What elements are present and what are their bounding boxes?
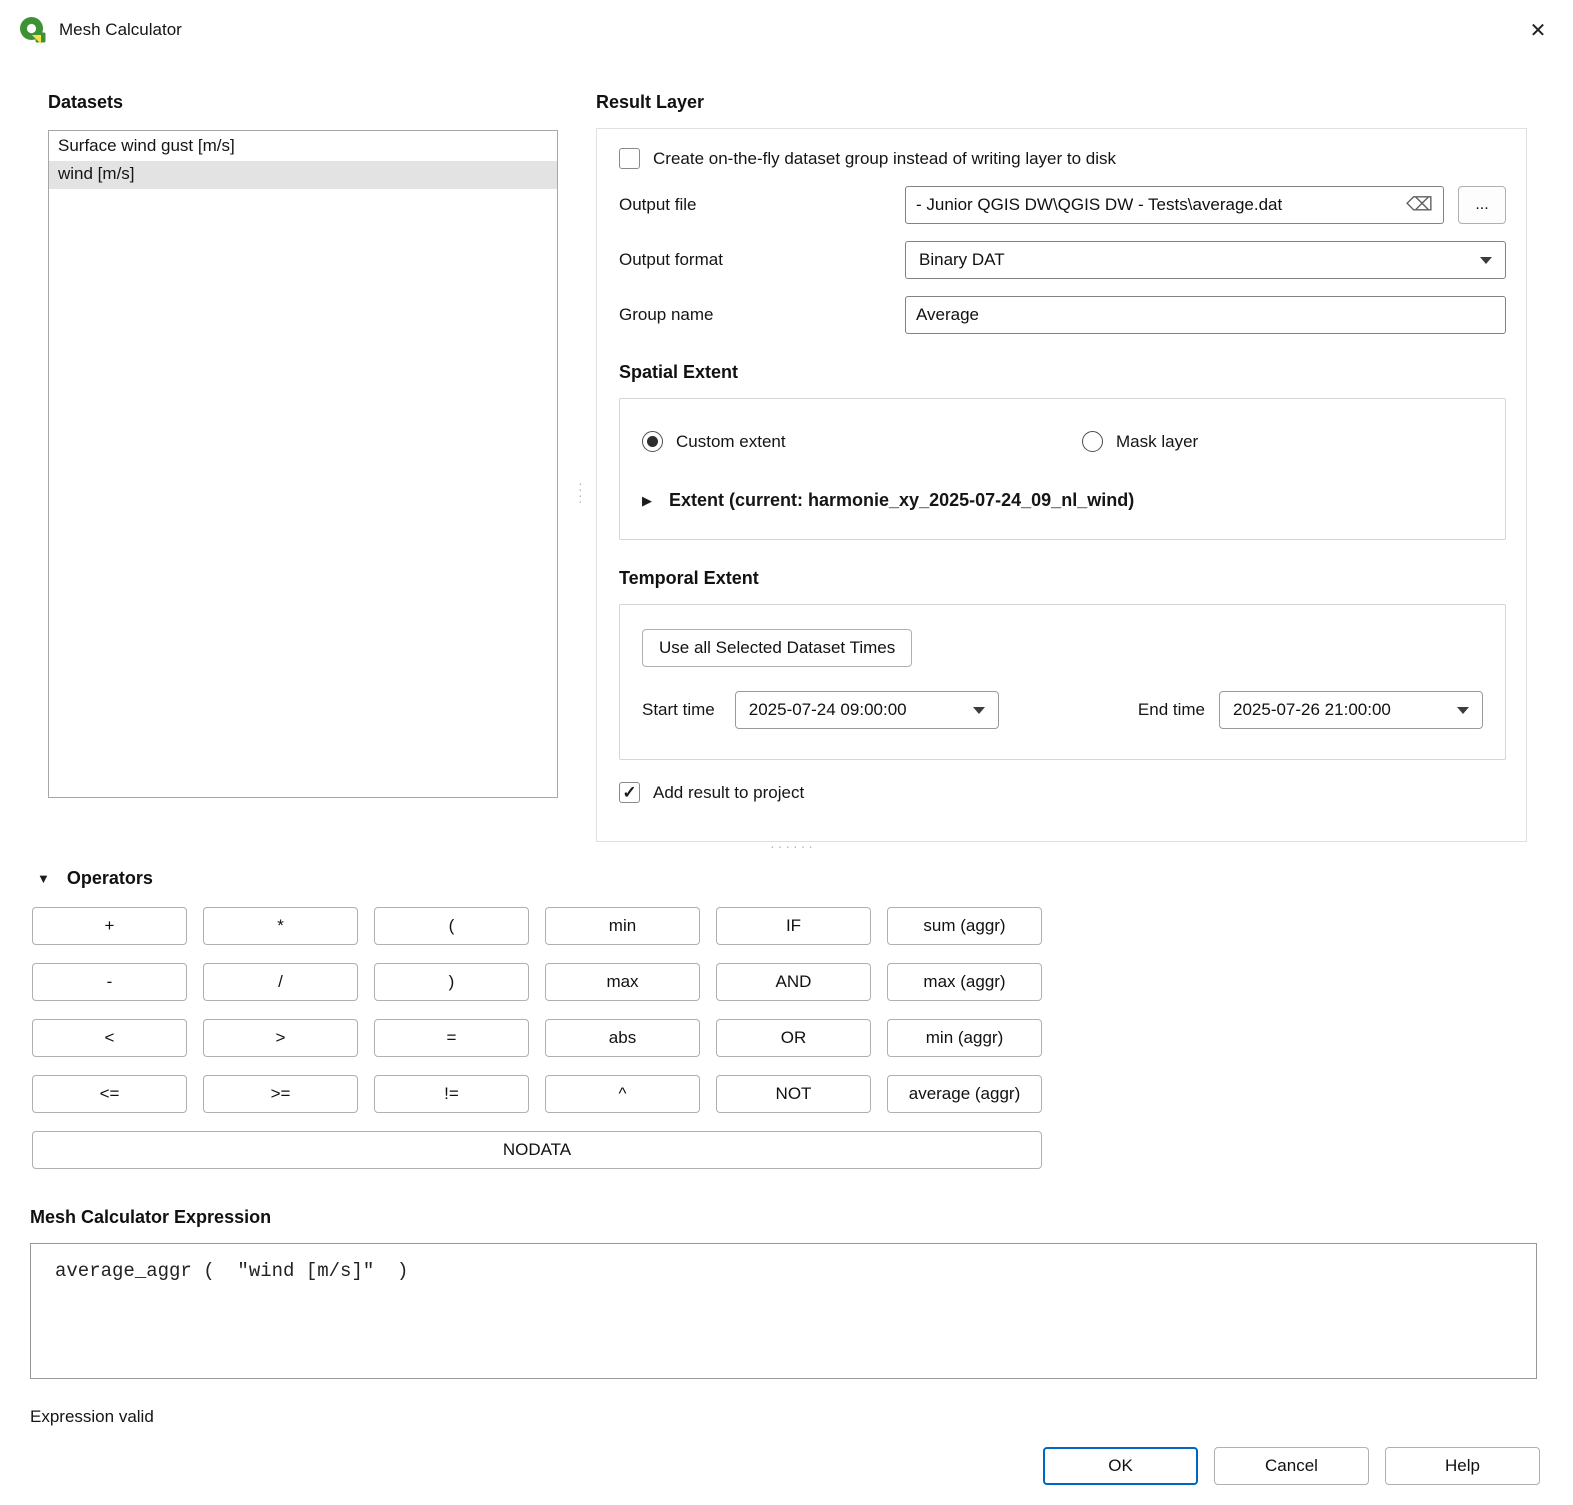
operator-button[interactable]: min <box>545 907 700 945</box>
start-time-label: Start time <box>642 700 715 720</box>
operator-button[interactable]: OR <box>716 1019 871 1057</box>
titlebar: Mesh Calculator ✕ <box>0 0 1573 60</box>
operator-button-nodata[interactable]: NODATA <box>32 1131 1042 1169</box>
radio-selected-icon <box>642 431 663 452</box>
output-format-select[interactable]: Binary DAT <box>905 241 1506 279</box>
vertical-splitter-handle[interactable]: ···· <box>578 480 586 504</box>
datasets-panel: Datasets Surface wind gust [m/s]wind [m/… <box>48 92 558 842</box>
custom-extent-radio[interactable]: Custom extent <box>642 431 1082 452</box>
operator-button[interactable]: max <box>545 963 700 1001</box>
datasets-heading: Datasets <box>48 92 558 113</box>
operator-button[interactable]: > <box>203 1019 358 1057</box>
custom-extent-label: Custom extent <box>676 432 786 452</box>
expression-status: Expression valid <box>30 1407 1537 1427</box>
browse-button[interactable]: ... <box>1458 186 1506 224</box>
output-format-label: Output format <box>619 250 905 270</box>
mask-layer-radio[interactable]: Mask layer <box>1082 431 1198 452</box>
on-the-fly-label: Create on-the-fly dataset group instead … <box>653 149 1116 169</box>
result-layer-heading: Result Layer <box>596 92 1527 113</box>
operators-section: ▼ Operators + * ( min IF sum (aggr) -/) max AND m… <box>0 868 1573 1169</box>
spatial-extent-group: Custom extent Mask layer ▶ Extent (curre… <box>619 398 1506 540</box>
operator-button[interactable]: AND <box>716 963 871 1001</box>
operator-button[interactable]: average (aggr) <box>887 1075 1042 1113</box>
operator-button[interactable]: < <box>32 1019 187 1057</box>
mask-layer-label: Mask layer <box>1116 432 1198 452</box>
operator-button[interactable]: >= <box>203 1075 358 1113</box>
ok-button[interactable]: OK <box>1043 1447 1198 1485</box>
radio-unselected-icon <box>1082 431 1103 452</box>
operator-button[interactable]: abs <box>545 1019 700 1057</box>
check-icon: ✓ <box>622 784 636 801</box>
operator-button[interactable]: ) <box>374 963 529 1001</box>
temporal-extent-group: Use all Selected Dataset Times Start tim… <box>619 604 1506 760</box>
chevron-down-icon <box>1480 257 1492 264</box>
top-section: Datasets Surface wind gust [m/s]wind [m/… <box>0 60 1573 842</box>
start-time-select[interactable]: 2025-07-24 09:00:00 <box>735 691 999 729</box>
operator-button[interactable]: sum (aggr) <box>887 907 1042 945</box>
window-title: Mesh Calculator <box>59 20 182 40</box>
dataset-item[interactable]: wind [m/s] <box>49 161 557 189</box>
chevron-down-icon <box>1457 707 1469 714</box>
expression-editor[interactable]: average_aggr ( "wind [m/s]" ) <box>30 1243 1537 1379</box>
operators-expander[interactable]: ▼ Operators <box>37 868 1541 889</box>
add-result-checkbox[interactable]: ✓ <box>619 782 640 803</box>
chevron-down-icon <box>973 707 985 714</box>
expression-heading: Mesh Calculator Expression <box>30 1207 1537 1228</box>
operator-button[interactable]: min (aggr) <box>887 1019 1042 1057</box>
temporal-extent-heading: Temporal Extent <box>619 568 1506 589</box>
expander-collapsed-icon: ▶ <box>642 494 652 507</box>
group-name-row: Group name <box>619 296 1506 334</box>
group-name-input[interactable] <box>905 296 1506 334</box>
close-icon[interactable]: ✕ <box>1509 7 1567 53</box>
operator-button[interactable]: - <box>32 963 187 1001</box>
operator-button[interactable]: ^ <box>545 1075 700 1113</box>
dataset-item[interactable]: Surface wind gust [m/s] <box>49 133 557 161</box>
mesh-calculator-dialog: Mesh Calculator ✕ Datasets Surface wind … <box>0 0 1573 1505</box>
output-file-label: Output file <box>619 195 905 215</box>
operator-button[interactable]: <= <box>32 1075 187 1113</box>
use-all-dataset-times-button[interactable]: Use all Selected Dataset Times <box>642 629 912 667</box>
start-time-value: 2025-07-24 09:00:00 <box>749 700 907 720</box>
clear-text-icon[interactable]: ⌫ <box>1406 194 1433 217</box>
datasets-list[interactable]: Surface wind gust [m/s]wind [m/s] <box>48 130 558 798</box>
operator-button[interactable]: max (aggr) <box>887 963 1042 1001</box>
expression-section: Mesh Calculator Expression average_aggr … <box>0 1207 1573 1427</box>
help-button[interactable]: Help <box>1385 1447 1540 1485</box>
on-the-fly-checkbox[interactable]: ✓ <box>619 148 640 169</box>
output-format-value: Binary DAT <box>919 250 1005 270</box>
operators-heading: Operators <box>67 868 153 889</box>
result-layer-body: ✓ Create on-the-fly dataset group instea… <box>596 128 1527 842</box>
operator-button[interactable]: ( <box>374 907 529 945</box>
cancel-button[interactable]: Cancel <box>1214 1447 1369 1485</box>
dialog-footer: OK Cancel Help <box>0 1427 1573 1485</box>
output-file-input[interactable] <box>905 186 1444 224</box>
end-time-label: End time <box>1138 700 1205 720</box>
add-result-label: Add result to project <box>653 783 804 803</box>
operator-button[interactable]: NOT <box>716 1075 871 1113</box>
end-time-value: 2025-07-26 21:00:00 <box>1233 700 1391 720</box>
group-name-label: Group name <box>619 305 905 325</box>
operator-button[interactable]: * <box>203 907 358 945</box>
operator-button[interactable]: IF <box>716 907 871 945</box>
operators-grid: +*(minIFsum (aggr)-/)maxANDmax (aggr)<>=… <box>32 907 1541 1113</box>
operator-button[interactable]: = <box>374 1019 529 1057</box>
end-time-select[interactable]: 2025-07-26 21:00:00 <box>1219 691 1483 729</box>
operator-button[interactable]: + <box>32 907 187 945</box>
spatial-extent-heading: Spatial Extent <box>619 362 1506 383</box>
add-result-row: ✓ Add result to project <box>619 782 1506 803</box>
output-format-row: Output format Binary DAT <box>619 241 1506 279</box>
expander-expanded-icon: ▼ <box>37 872 50 885</box>
extent-current-label: Extent (current: harmonie_xy_2025-07-24_… <box>669 490 1134 511</box>
extent-expander[interactable]: ▶ Extent (current: harmonie_xy_2025-07-2… <box>642 490 1483 511</box>
output-file-row: Output file ⌫ ... <box>619 186 1506 224</box>
qgis-logo-icon <box>18 15 48 45</box>
on-the-fly-row: ✓ Create on-the-fly dataset group instea… <box>619 148 1506 169</box>
operator-button[interactable]: != <box>374 1075 529 1113</box>
operator-button[interactable]: / <box>203 963 358 1001</box>
horizontal-splitter-handle[interactable]: ······ <box>770 838 816 854</box>
result-layer-panel: Result Layer ✓ Create on-the-fly dataset… <box>596 92 1527 842</box>
